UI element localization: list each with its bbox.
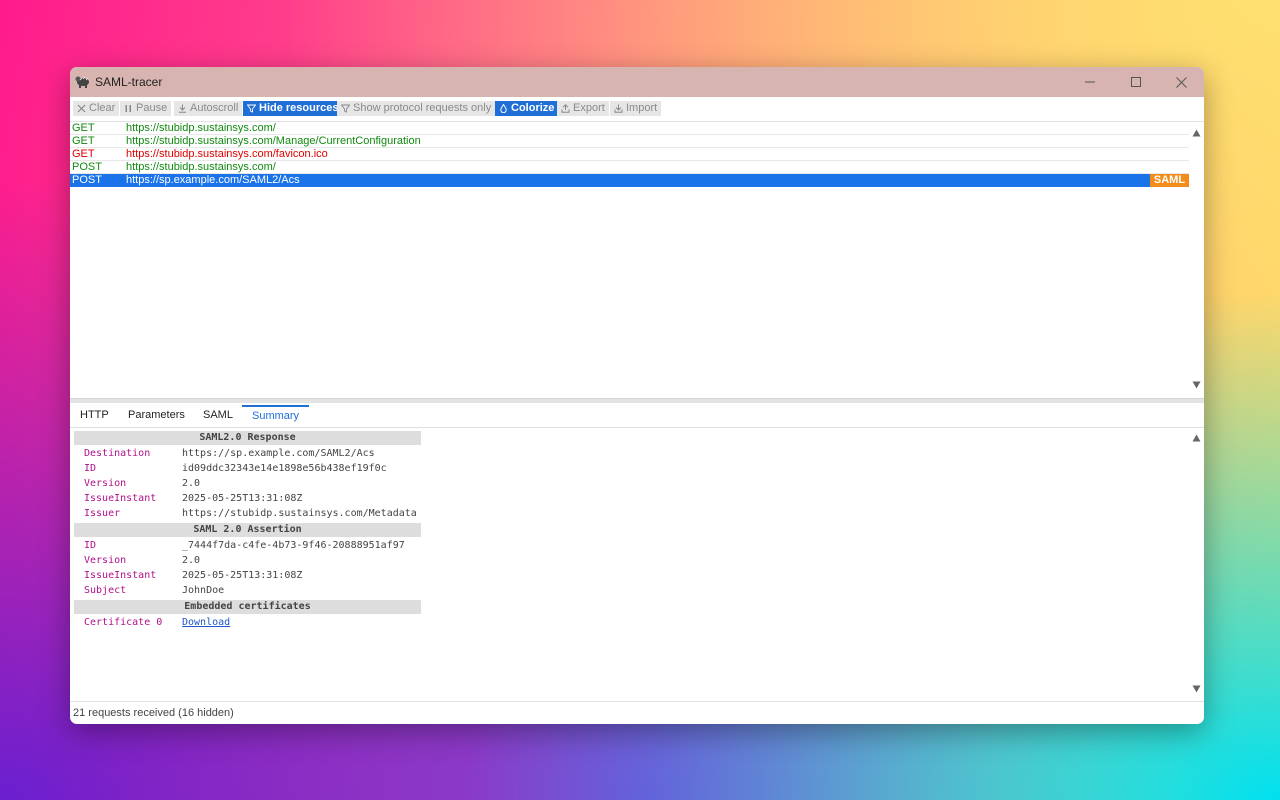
section-header-certificates: Embedded certificates	[74, 600, 421, 614]
autoscroll-button[interactable]: Autoscroll	[174, 101, 243, 116]
x-icon	[77, 104, 86, 113]
show-protocol-requests-button[interactable]: Show protocol requests only	[337, 101, 496, 116]
request-row-selected[interactable]: POST https://sp.example.com/SAML2/Acs SA…	[70, 174, 1189, 187]
pause-button[interactable]: Pause	[120, 101, 172, 116]
tab-http[interactable]: HTTP	[70, 405, 119, 426]
request-row[interactable]: GET https://stubidp.sustainsys.com/Manag…	[70, 135, 1189, 148]
filter-icon	[247, 104, 256, 113]
minimize-icon	[1085, 81, 1095, 83]
detail-tabs: HTTP Parameters SAML Summary	[70, 403, 1204, 428]
minimize-button[interactable]	[1067, 67, 1113, 97]
window-title: SAML-tracer	[95, 75, 163, 89]
request-row[interactable]: GET https://stubidp.sustainsys.com/favic…	[70, 148, 1189, 161]
tab-parameters[interactable]: Parameters	[118, 405, 195, 426]
pause-icon	[125, 105, 131, 112]
maximize-icon	[1131, 77, 1141, 87]
request-row[interactable]: GET https://stubidp.sustainsys.com/	[70, 122, 1189, 135]
close-button[interactable]	[1158, 67, 1204, 97]
request-row[interactable]: POST https://stubidp.sustainsys.com/	[70, 161, 1189, 174]
section-header-response: SAML2.0 Response	[74, 431, 421, 445]
summary-panel: SAML2.0 Response Destination https://sp.e…	[70, 428, 1204, 701]
maximize-button[interactable]	[1113, 67, 1159, 97]
close-icon	[1175, 76, 1187, 88]
saml-tracer-window: SAML-tracer Clear Pause Autoscroll Hide …	[70, 67, 1204, 724]
toolbar: Clear Pause Autoscroll Hide resources Sh…	[70, 97, 1204, 122]
filter-icon	[341, 104, 350, 113]
scroll-up-arrow-icon[interactable]	[1192, 434, 1201, 442]
turtle-icon	[75, 76, 89, 88]
scroll-down-arrow-icon[interactable]	[1192, 685, 1201, 693]
export-button[interactable]: Export	[557, 101, 609, 116]
section-header-assertion: SAML 2.0 Assertion	[74, 523, 421, 537]
title-bar: SAML-tracer	[70, 67, 1204, 97]
import-button[interactable]: Import	[610, 101, 662, 116]
tab-summary[interactable]: Summary	[242, 405, 310, 426]
tab-saml[interactable]: SAML	[193, 405, 243, 426]
status-bar: 21 requests received (16 hidden)	[70, 701, 1204, 724]
clear-button[interactable]: Clear	[73, 101, 120, 116]
scroll-down-arrow-icon[interactable]	[1192, 381, 1201, 389]
hide-resources-button[interactable]: Hide resources	[243, 101, 343, 116]
download-icon	[614, 104, 623, 113]
request-list: GET https://stubidp.sustainsys.com/ GET …	[70, 122, 1204, 398]
upload-icon	[561, 104, 570, 113]
saml-badge: SAML	[1150, 174, 1189, 187]
scroll-up-arrow-icon[interactable]	[1192, 129, 1201, 137]
download-arrow-icon	[179, 104, 186, 113]
colorize-button[interactable]: Colorize	[495, 101, 559, 116]
droplet-icon	[500, 104, 507, 113]
download-certificate-link[interactable]: Download	[182, 615, 230, 630]
